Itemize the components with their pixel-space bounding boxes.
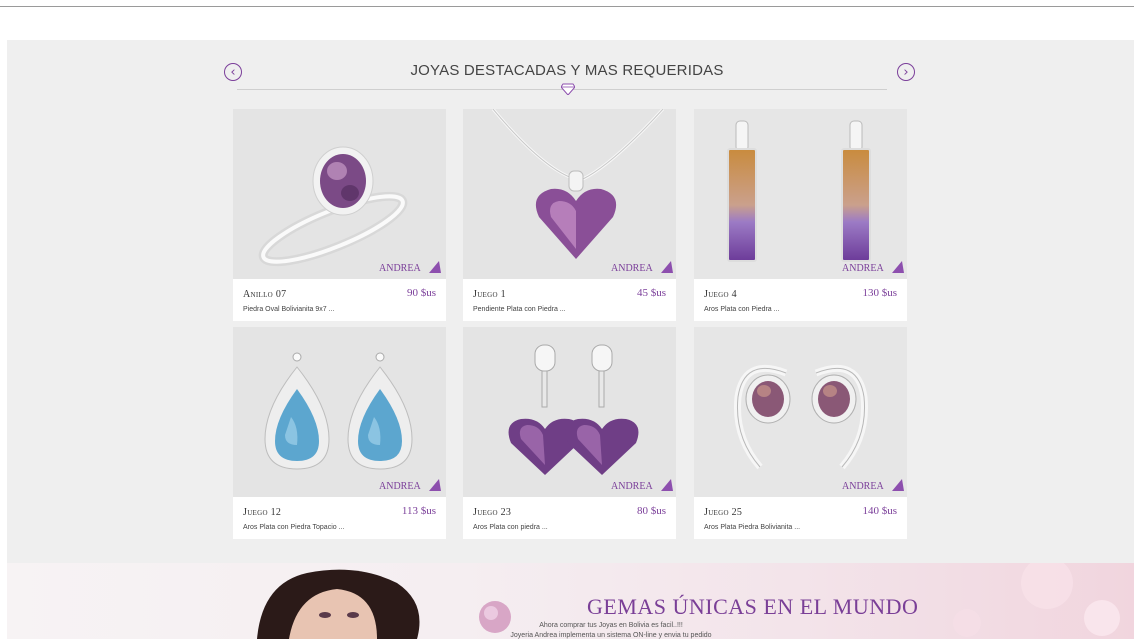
product-description: Pendiente Plata con Piedra ... (473, 306, 566, 313)
product-card[interactable]: ANDREA Anillo 07 90 $us Piedra Oval Boli… (233, 109, 446, 321)
product-name: Juego 23 (473, 507, 512, 518)
banner-title: GEMAS ÚNICAS EN EL MUNDO (587, 594, 919, 619)
section-header: JOYAS DESTACADAS Y MAS REQUERIDAS (0, 62, 1134, 80)
section-title: JOYAS DESTACADAS Y MAS REQUERIDAS (410, 62, 724, 79)
product-card[interactable]: ANDREA Juego 25 140 $us Aros Plata Piedr… (694, 327, 907, 539)
product-price: 90 $us (406, 287, 436, 299)
product-image: ANDREA (694, 327, 907, 497)
svg-text:ANDREA: ANDREA (379, 263, 421, 274)
heart-pendant-icon: ANDREA (463, 109, 676, 279)
product-image: ANDREA (233, 109, 446, 279)
product-image: ANDREA (463, 327, 676, 497)
teardrop-earrings-icon: ANDREA (233, 327, 446, 497)
product-name: Juego 4 (704, 289, 737, 300)
product-description: Aros Plata con Piedra ... (704, 306, 780, 313)
hoop-earrings-icon: ANDREA (694, 327, 907, 497)
svg-text:ANDREA: ANDREA (379, 481, 421, 492)
carousel-prev-button[interactable]: ‹ (224, 63, 242, 81)
carousel-next-button[interactable]: › (897, 63, 915, 81)
diamond-icon (561, 83, 575, 95)
product-card[interactable]: ANDREA Juego 12 113 $us Aros Plata con P… (233, 327, 446, 539)
svg-text:ANDREA: ANDREA (842, 481, 884, 492)
product-card[interactable]: ANDREA Juego 1 45 $us Pendiente Plata co… (463, 109, 676, 321)
product-name: Anillo 07 (243, 289, 287, 300)
product-price: 140 $us (862, 505, 897, 517)
product-price: 130 $us (862, 287, 897, 299)
heart-earrings-icon: ANDREA (463, 327, 676, 497)
product-card[interactable]: ANDREA Juego 23 80 $us Aros Plata con pi… (463, 327, 676, 539)
svg-text:ANDREA: ANDREA (611, 481, 653, 492)
product-description: Aros Plata Piedra Bolivianita ... (704, 524, 801, 531)
product-price: 113 $us (401, 505, 436, 517)
product-price: 45 $us (636, 287, 666, 299)
banner-text-1: Ahora comprar tus Joyas en Bolivia es fa… (539, 622, 683, 629)
top-divider (0, 6, 1134, 7)
product-image: ANDREA (233, 327, 446, 497)
product-name: Juego 1 (473, 289, 506, 300)
product-description: Aros Plata con Piedra Topacio ... (243, 524, 345, 531)
product-name: Juego 25 (704, 507, 743, 518)
chevron-left-icon: ‹ (230, 65, 236, 80)
product-image: ANDREA (463, 109, 676, 279)
svg-text:ANDREA: ANDREA (842, 263, 884, 274)
banner-text-2: Joyeria Andrea implementa un sistema ON-… (510, 632, 712, 639)
product-price: 80 $us (636, 505, 666, 517)
svg-text:ANDREA: ANDREA (611, 263, 653, 274)
ring-icon: ANDREA (233, 109, 446, 279)
product-card[interactable]: ANDREA Juego 4 130 $us Aros Plata con Pi… (694, 109, 907, 321)
chevron-right-icon: › (903, 65, 909, 80)
product-name: Juego 12 (243, 507, 282, 518)
product-description: Aros Plata con piedra ... (473, 524, 548, 531)
product-description: Piedra Oval Bolivianita 9x7 ... (243, 306, 335, 313)
product-image: ANDREA (694, 109, 907, 279)
bar-earrings-icon: ANDREA (694, 109, 907, 279)
